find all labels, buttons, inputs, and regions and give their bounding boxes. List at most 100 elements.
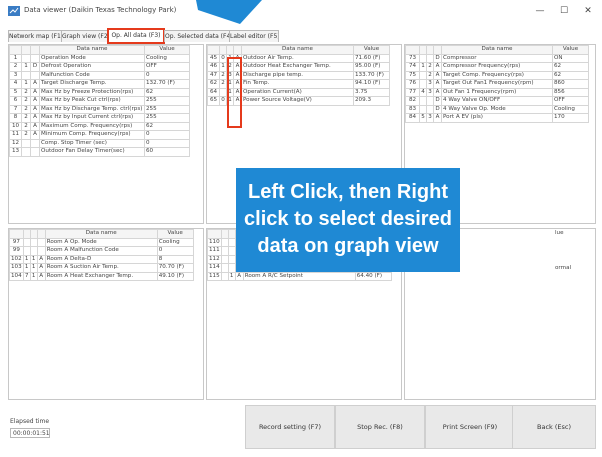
tab-network-map[interactable]: Network map (F1) <box>8 30 62 42</box>
cell-data-name: Port A EV (pls) <box>441 113 553 123</box>
table-row[interactable]: 73 D Compressor ON <box>405 53 589 63</box>
table-row[interactable]: 11 2 A Minimum Comp. Frequency(rps) 0 <box>9 130 190 140</box>
cell-flag: A <box>36 271 46 281</box>
cell-index: 75 <box>405 70 420 80</box>
column-header-value: lue <box>555 230 564 236</box>
cell-value: Cooling <box>144 53 190 63</box>
cell-flag <box>227 254 236 264</box>
print-screen-button[interactable]: Print Screen (F9) <box>425 405 515 449</box>
cell-index: 10 <box>9 121 22 131</box>
tab-graph-view[interactable]: Graph view (F2) <box>61 30 108 42</box>
cell-data-name: Room A Delta-D <box>44 254 158 264</box>
cell-flag: 1 <box>419 62 427 72</box>
cell-flag: D <box>433 96 442 106</box>
cell-flag: 1 <box>219 62 227 72</box>
cell-value: ormal <box>555 265 572 271</box>
window-title: Data viewer (Daikin Texas Technology Par… <box>24 6 177 14</box>
table-row[interactable]: 10 2 A Maximum Comp. Frequency(rps) 62 <box>9 121 190 131</box>
table-row[interactable]: 75 2 A Target Comp. Frequency(rps) 62 <box>405 70 589 80</box>
tab-op-selected-data[interactable]: Op. Selected data (F4) <box>164 30 230 42</box>
cell-data-name: Room A Op. Mode <box>44 237 158 247</box>
table-row[interactable]: 4 1 A Target Discharge Temp. 132.70 (F) <box>9 79 190 89</box>
cell-value: 62 <box>144 121 190 131</box>
table-row[interactable]: 5 2 A Max Hz by Freeze Protection(rps) 62 <box>9 87 190 97</box>
cell-index: 62 <box>207 79 220 89</box>
table-row[interactable]: 2 1 D Defrost Operation OFF <box>9 62 190 72</box>
cell-flag: 1 <box>22 263 31 273</box>
cell-flag <box>227 263 236 273</box>
cell-index: 6 <box>9 96 22 106</box>
cell-data-name: Malfunction Code <box>39 70 145 80</box>
cell-index: 104 <box>9 271 24 281</box>
table-row[interactable]: 82 D 4 Way Valve ON/OFF OFF <box>405 96 589 106</box>
cell-data-name: Max Hz by Peak Cut ctrl(rps) <box>39 96 145 106</box>
cell-flag: A <box>36 254 46 264</box>
table-row[interactable]: 7 2 A Max Hz by Discharge Temp. ctrl(rps) 25… <box>9 104 190 114</box>
record-setting-button[interactable]: Record setting (F7) <box>245 405 335 449</box>
table-row[interactable]: 102 1 1 A Room A Delta-D 8 <box>9 254 194 264</box>
cell-index: 7 <box>9 104 22 114</box>
table-row[interactable]: 103 1 1 A Room A Suction Air Temp. 70.70 (F) <box>9 263 194 273</box>
close-button[interactable]: ✕ <box>577 3 599 19</box>
cell-index: 76 <box>405 79 420 89</box>
maximize-button[interactable]: ☐ <box>553 3 575 19</box>
table-row[interactable]: 104 7 1 A Room A Heat Exchanger Temp. 49.10 (… <box>9 271 194 281</box>
cell-value: 0 <box>144 138 190 148</box>
cell-flag: A <box>36 263 46 273</box>
table-row[interactable]: 12 Comp. Stop Timer (sec) 0 <box>9 138 190 148</box>
back-button[interactable]: Back (Esc) <box>512 405 596 449</box>
cell-index: 2 <box>9 62 22 72</box>
cell-value: 209.3 <box>353 96 390 106</box>
table-row[interactable]: 13 Outdoor Fan Delay Timer(sec) 60 <box>9 147 190 157</box>
cell-value: 170 <box>552 113 589 123</box>
stop-rec-button[interactable]: Stop Rec. (F8) <box>335 405 425 449</box>
cell-flag: 2 <box>21 104 31 114</box>
cell-index: 77 <box>405 87 420 97</box>
callout-line: Left Click, then Right <box>248 181 448 203</box>
cell-flag: 7 <box>22 271 31 281</box>
cell-flag: 1 <box>21 79 31 89</box>
cell-flag: 5 <box>419 113 427 123</box>
cell-value: 133.70 (F) <box>353 70 390 80</box>
cell-index: 11 <box>9 130 22 140</box>
cell-data-name: Max Hz by Input Current ctrl(rps) <box>39 113 145 123</box>
cell-flag <box>30 138 40 148</box>
cell-flag: 0 <box>219 96 227 106</box>
tab-label-editor[interactable]: Label editor (F5) <box>229 30 279 42</box>
table-row[interactable]: 77 4 3 A Out Fan 1 Frequency(rpm) 856 <box>405 87 589 97</box>
table-row[interactable]: 1 Operation Mode Cooling <box>9 53 190 63</box>
cell-flag <box>21 53 31 63</box>
cell-data-name: 4 Way Valve ON/OFF <box>441 96 553 106</box>
cell-flag <box>426 96 434 106</box>
cell-value: 95.00 (F) <box>353 62 390 72</box>
column-header-value: Value <box>156 229 194 239</box>
cell-flag <box>219 87 227 97</box>
cell-flag <box>227 246 236 256</box>
cell-data-name: Target Discharge Temp. <box>39 79 145 89</box>
cell-value: Cooling <box>156 237 194 247</box>
table-row[interactable]: 115 1 A Room A R/C Setpoint 64.40 (F) <box>207 271 392 281</box>
table-row[interactable]: 76 3 A Target Out Fan1 Frequency(rpm) 860 <box>405 79 589 89</box>
cell-value: 0 <box>144 130 190 140</box>
cell-flag <box>21 138 31 148</box>
cell-index: 12 <box>9 138 22 148</box>
cell-value: 0 <box>144 70 190 80</box>
table-row[interactable]: 74 1 2 A Compressor Frequency(rps) 62 <box>405 62 589 72</box>
table-row[interactable]: 6 2 A Max Hz by Peak Cut ctrl(rps) 255 <box>9 96 190 106</box>
cell-index: 84 <box>405 113 420 123</box>
table-row[interactable]: 84 5 3 A Port A EV (pls) 170 <box>405 113 589 123</box>
table-row[interactable]: 99 Room A Malfunction Code 0 <box>9 246 194 256</box>
cell-flag: A <box>30 96 40 106</box>
minimize-button[interactable]: — <box>529 3 551 19</box>
tab-op-all-data[interactable]: Op. All data (F3) <box>107 28 165 44</box>
cell-value: 856 <box>552 87 589 97</box>
table-row[interactable]: 8 2 A Max Hz by Input Current ctrl(rps) 255 <box>9 113 190 123</box>
cell-value: 64.40 (F) <box>354 271 392 281</box>
table-row[interactable]: 3 Malfunction Code 0 <box>9 70 190 80</box>
cell-flag: 2 <box>21 96 31 106</box>
table-row[interactable]: 97 Room A Op. Mode Cooling <box>9 237 194 247</box>
cell-flag <box>220 254 229 264</box>
cell-value: 60 <box>144 147 190 157</box>
table-row[interactable]: 83 D 4 Way Valve Op. Mode Cooling <box>405 104 589 114</box>
cell-data-name: Outdoor Air Temp. <box>241 53 354 63</box>
